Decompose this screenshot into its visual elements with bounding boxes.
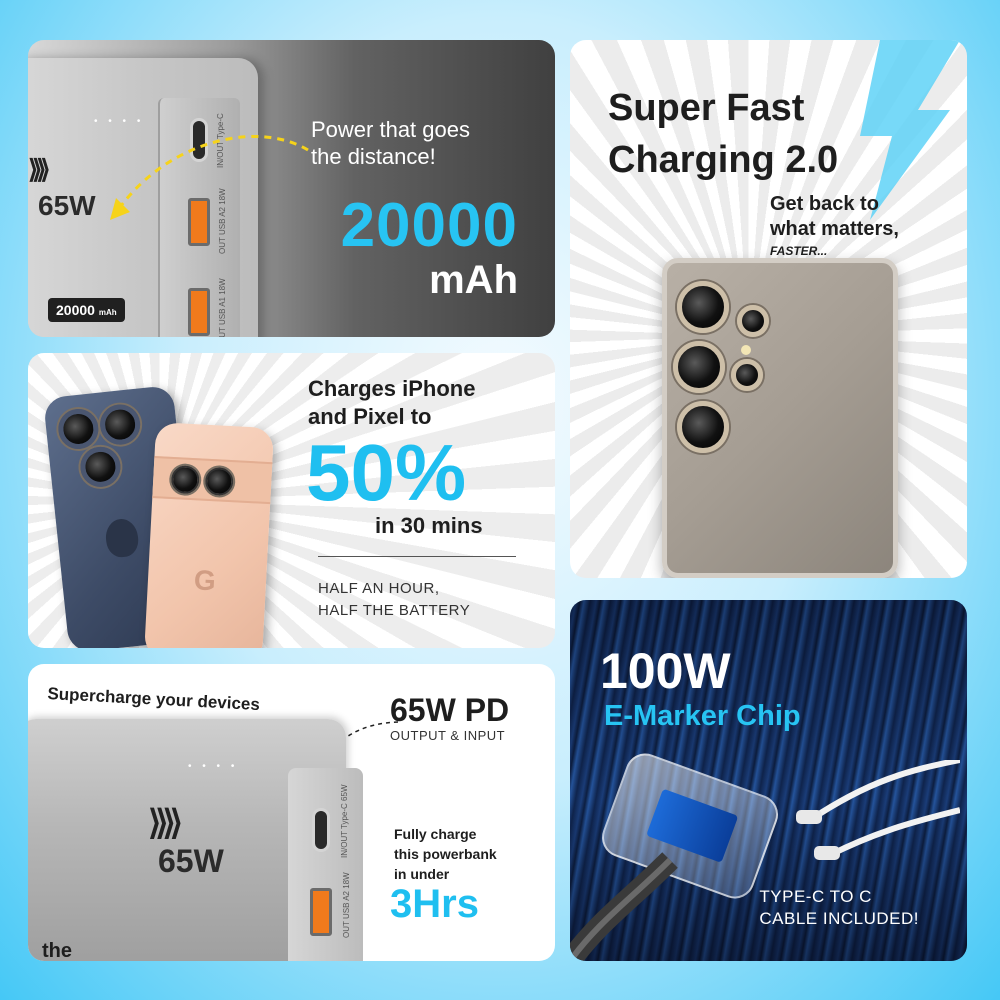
port-label-a2: OUT USB A2 18W xyxy=(342,872,351,938)
dashed-arrow-icon xyxy=(110,135,309,220)
fast-charging-emphasis: FASTER... xyxy=(770,244,828,258)
powerbank-ports-side: IN/OUT Type-C 65W OUT USB A2 18W xyxy=(288,768,363,961)
pd-title: 65W PD xyxy=(390,692,510,728)
brand-fragment: the xyxy=(42,940,72,961)
capacity-tagline: Power that goes the distance! xyxy=(311,117,470,169)
camera-lens xyxy=(204,466,234,497)
capacity-panel: • • • • ⟩⟩⟩⟩ 65W 20000 mAh IN/OUT Type-C… xyxy=(28,40,555,337)
camera-lens xyxy=(170,464,200,495)
camera-lens xyxy=(737,305,769,337)
charge-duration: in 30 mins xyxy=(375,513,483,538)
camera-lens xyxy=(98,402,143,447)
usb-c-port xyxy=(312,808,330,852)
lightning-chevron-icon: ⟩⟩⟩⟩ xyxy=(148,804,183,842)
cable-image xyxy=(570,852,678,961)
white-cable-image xyxy=(796,760,960,860)
camera-lens xyxy=(731,359,763,391)
fast-charging-subtitle: Get back to what matters, xyxy=(770,193,899,240)
cable-included-note: TYPE-C TO C CABLE INCLUDED! xyxy=(759,887,919,928)
google-logo-icon: G xyxy=(193,564,217,597)
usb-a2-port xyxy=(310,888,332,936)
full-charge-text: Fully charge this powerbank in under xyxy=(394,826,497,882)
powerbank-watt-label: 65W xyxy=(38,190,96,221)
camera-lens xyxy=(677,281,729,333)
pd-panel: Supercharge your devices • • • • ⟩⟩⟩⟩ 65… xyxy=(28,664,555,961)
usb-a1-port xyxy=(188,288,210,336)
apple-logo-icon xyxy=(104,517,140,559)
lightning-chevron-icon: ⟩⟩⟩⟩ xyxy=(28,154,50,184)
divider xyxy=(318,556,516,557)
powerbank-watt-label: 65W xyxy=(158,843,224,879)
fast-charging-title: Super Fast Charging 2.0 xyxy=(608,87,839,181)
pixel-phone-image: G xyxy=(143,422,275,648)
pd-subtitle: OUTPUT & INPUT xyxy=(390,728,506,743)
camera-lens xyxy=(56,406,101,451)
cable-watt: 100W xyxy=(600,643,731,699)
port-label-a1: OUT USB A1 18W xyxy=(218,278,227,337)
charge-note: HALF AN HOUR, HALF THE BATTERY xyxy=(318,580,471,619)
cable-panel: 100W E-Marker Chip TYPE-C TO C CABLE INC… xyxy=(570,600,967,961)
capacity-badge: 20000 mAh xyxy=(48,298,125,322)
e-marker-label: E-Marker Chip xyxy=(604,700,801,732)
pd-tagline: Supercharge your devices xyxy=(47,684,261,715)
fast-charging-panel: Super Fast Charging 2.0 Get back to what… xyxy=(570,40,967,578)
capacity-unit: mAh xyxy=(429,258,518,302)
phones-charging-panel: G Charges iPhone and Pixel to 50% in 30 … xyxy=(28,353,555,648)
charge-percent: 50% xyxy=(306,428,467,517)
port-label-c: IN/OUT Type-C 65W xyxy=(340,784,349,859)
camera-lens xyxy=(673,341,725,393)
led-indicator: • • • • xyxy=(188,761,239,772)
flash-icon xyxy=(741,345,751,355)
capacity-value: 20000 xyxy=(340,191,518,260)
smartphone-image xyxy=(662,258,898,578)
full-charge-hours: 3Hrs xyxy=(390,882,479,926)
phones-headline: Charges iPhone and Pixel to xyxy=(308,376,476,429)
pixel-camera-bar xyxy=(152,456,273,505)
camera-lens xyxy=(78,444,123,489)
camera-lens xyxy=(677,401,729,453)
